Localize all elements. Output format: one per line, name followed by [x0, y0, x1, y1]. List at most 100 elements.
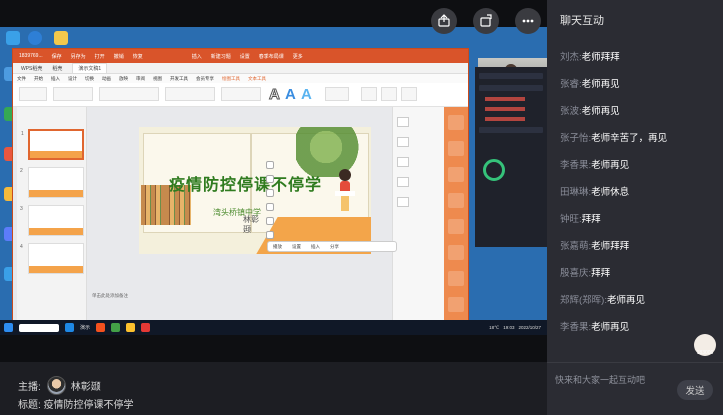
- course-menu[interactable]: 春季布局课: [259, 53, 284, 60]
- chat-message-list[interactable]: 刘杰: 老师拜拜 张睿: 老师再见 张波: 老师再见 张子怡: 老师辛苦了，再见 李香果…: [560, 42, 720, 335]
- host-name[interactable]: 林彰颋: [71, 378, 101, 393]
- pane-button[interactable]: [397, 197, 409, 207]
- menu-view[interactable]: 视图: [153, 76, 162, 82]
- current-slide[interactable]: 疫情防控停课不停学 湾头桥镇中学 林彰 颋: [139, 127, 371, 254]
- ribbon-group[interactable]: [99, 87, 159, 101]
- start-icon[interactable]: [4, 323, 13, 332]
- speaker-notes[interactable]: 单击此处添加备注: [92, 293, 128, 299]
- send-button[interactable]: 发送: [677, 380, 713, 400]
- menu-insert[interactable]: 插入: [51, 76, 60, 82]
- taskbar-item-label[interactable]: 演示: [80, 324, 90, 331]
- wordart-style-blue[interactable]: A: [285, 86, 296, 103]
- sidebar-tool[interactable]: [448, 115, 464, 130]
- chat-text: 老师拜拜: [591, 240, 630, 252]
- menu-drawing-tools[interactable]: 绘图工具: [222, 76, 240, 82]
- ribbon-group[interactable]: [165, 87, 215, 101]
- pane-button[interactable]: [397, 177, 409, 187]
- taskbar-app-icon[interactable]: [65, 323, 74, 332]
- chat-text: 老师再见: [591, 159, 630, 171]
- float-tool-icon[interactable]: [266, 161, 274, 169]
- pane-button[interactable]: [397, 117, 409, 127]
- tab-wps[interactable]: WPS稻壳: [21, 65, 42, 72]
- menu-slideshow[interactable]: 放映: [119, 76, 128, 82]
- settings-menu[interactable]: 设置: [240, 53, 250, 60]
- ribbon-group[interactable]: [325, 87, 349, 101]
- redo-menu[interactable]: 恢复: [133, 53, 143, 60]
- pane-button[interactable]: [397, 157, 409, 167]
- taskbar-app-icon[interactable]: [96, 323, 106, 332]
- taskbar-app-icon[interactable]: [126, 323, 136, 332]
- float-tool-icon[interactable]: [266, 217, 274, 225]
- title-label: 标题:: [18, 400, 41, 411]
- desktop-app-icon: [6, 31, 20, 45]
- float-tool-icon[interactable]: [266, 189, 274, 197]
- taskbar-search[interactable]: [19, 323, 59, 332]
- float-tool-icon[interactable]: [266, 231, 274, 239]
- pane-button[interactable]: [397, 137, 409, 147]
- menu-home[interactable]: 开始: [34, 76, 43, 82]
- float-tool-icon[interactable]: [266, 175, 274, 183]
- taskbar-app-icon[interactable]: [111, 323, 121, 332]
- quick-insert-button[interactable]: 插入: [311, 244, 320, 250]
- insert-menu[interactable]: 插入: [192, 53, 202, 60]
- slide-number: 4: [20, 244, 23, 250]
- shape-style[interactable]: [361, 87, 377, 101]
- quick-share-button[interactable]: 分享: [330, 244, 339, 250]
- sidebar-tool[interactable]: [448, 141, 464, 156]
- slide-author[interactable]: 林彰 颋: [243, 215, 259, 235]
- slide-thumbnail[interactable]: 1: [21, 129, 84, 160]
- sidebar-tool[interactable]: [448, 245, 464, 260]
- chat-input-area: 发送: [547, 362, 723, 415]
- menu-text-tools[interactable]: 文本工具: [248, 76, 266, 82]
- undo-menu[interactable]: 撤销: [114, 53, 124, 60]
- sidebar-tool[interactable]: [448, 219, 464, 234]
- menu-developer[interactable]: 开发工具: [170, 76, 188, 82]
- panel-row: [479, 73, 543, 79]
- quick-settings-button[interactable]: 设置: [292, 244, 301, 250]
- avatar[interactable]: [46, 376, 66, 395]
- menu-review[interactable]: 审阅: [136, 76, 145, 82]
- new-exercise-menu[interactable]: 新建习题: [211, 53, 231, 60]
- quick-play-button[interactable]: 播放: [273, 244, 282, 250]
- save-menu[interactable]: 保存: [52, 53, 62, 60]
- rotate-icon[interactable]: [473, 8, 499, 34]
- sidebar-tool[interactable]: [448, 297, 464, 312]
- chat-text: 老师辛苦了，再见: [591, 132, 668, 144]
- slide-thumbnail[interactable]: 3: [20, 205, 84, 236]
- ribbon-group[interactable]: [221, 87, 261, 101]
- sidebar-tool[interactable]: [448, 193, 464, 208]
- menu-design[interactable]: 设计: [68, 76, 77, 82]
- chat-message: 殷喜庆: 拜拜: [560, 258, 720, 285]
- slide-author-line: 林彰: [243, 215, 259, 224]
- shape-style[interactable]: [401, 87, 417, 101]
- chat-sender: 殷喜庆:: [560, 267, 592, 279]
- slide-title[interactable]: 疫情防控停课不停学: [169, 171, 322, 195]
- menu-member[interactable]: 会员专享: [196, 76, 214, 82]
- slide-thumbnail[interactable]: 2: [20, 167, 84, 198]
- share-icon[interactable]: [431, 8, 457, 34]
- chat-text: 拜拜: [591, 267, 611, 279]
- sidebar-tool[interactable]: [448, 167, 464, 182]
- chat-input[interactable]: [555, 371, 665, 389]
- wordart-style-light[interactable]: A: [301, 86, 312, 103]
- float-tool-icon[interactable]: [266, 203, 274, 211]
- slide-thumbnail[interactable]: 4: [20, 243, 84, 274]
- taskbar-app-icon[interactable]: [141, 323, 151, 332]
- tab-docer[interactable]: 稻壳: [52, 65, 62, 72]
- windows-taskbar: 演示 18℃ 19:03 2022/10/27: [0, 320, 547, 335]
- more-menu[interactable]: 更多: [293, 53, 303, 60]
- ribbon-group[interactable]: [19, 87, 47, 101]
- sidebar-tool[interactable]: [448, 271, 464, 286]
- shape-style[interactable]: [381, 87, 397, 101]
- presentation-titlebar: 1839769... 保存 另存为 打开 撤销 恢复 插入 新建习题 设置 春季…: [13, 49, 468, 63]
- wordart-style-outline[interactable]: A: [269, 86, 281, 104]
- ribbon-group[interactable]: [53, 87, 93, 101]
- save-as-menu[interactable]: 另存为: [71, 53, 86, 60]
- menu-animation[interactable]: 动画: [102, 76, 111, 82]
- tab-presentation[interactable]: 演示文稿1: [72, 63, 108, 73]
- thumb-band: [29, 266, 83, 273]
- menu-transition[interactable]: 切换: [85, 76, 94, 82]
- open-menu[interactable]: 打开: [95, 53, 105, 60]
- more-icon[interactable]: [515, 8, 541, 34]
- menu-file[interactable]: 文件: [17, 76, 26, 82]
